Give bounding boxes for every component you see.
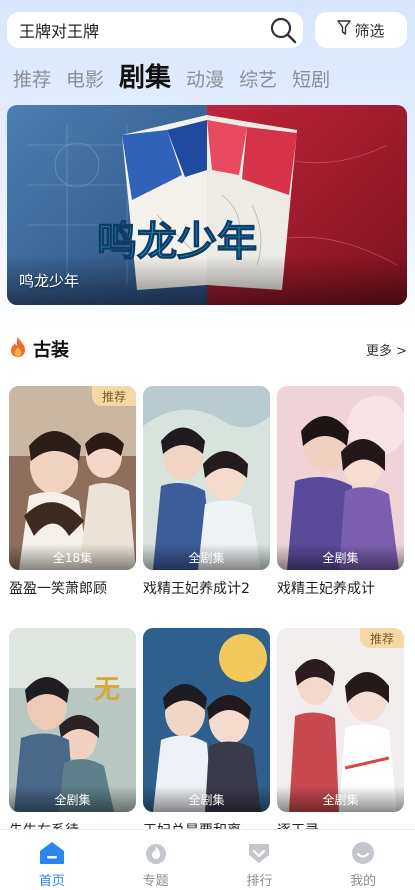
category-tabs: 推荐 电影 剧集 动漫 综艺 短剧 (13, 60, 330, 94)
poster: 无 全剧集 (9, 628, 136, 812)
banner-title: 鸣龙少年 (19, 272, 80, 290)
topic-icon (142, 840, 170, 866)
drama-card[interactable]: 全剧集 戏精王妃养成计 (277, 386, 404, 598)
poster-artwork (143, 386, 270, 570)
episode-count: 全剧集 (277, 786, 404, 812)
episode-count: 全剧集 (277, 544, 404, 570)
poster: 推荐 全18集 (9, 386, 136, 570)
section-header: 古装 更多 > (9, 336, 407, 362)
drama-title: 盈盈一笑萧郎顾 (9, 581, 107, 597)
tab-recommend[interactable]: 推荐 (13, 66, 51, 94)
tab-anime[interactable]: 动漫 (186, 66, 224, 94)
drama-card[interactable]: 无 全剧集 先生右系待 (9, 628, 136, 840)
episode-count: 全18集 (9, 544, 136, 570)
search-bar[interactable]: 王牌对王牌 (7, 12, 303, 48)
poster: 全剧集 (277, 386, 404, 570)
bottom-nav: 首页 专题 排行 我的 (0, 829, 415, 890)
nav-ranking[interactable]: 排行 (208, 830, 312, 890)
home-icon (38, 840, 66, 866)
episode-count: 全剧集 (9, 786, 136, 812)
ranking-icon (245, 840, 273, 866)
section-title: 古装 (33, 340, 69, 361)
nav-topics-label: 专题 (142, 874, 169, 889)
recommend-badge: 推荐 (360, 628, 404, 648)
search-query[interactable]: 王牌对王牌 (19, 18, 263, 42)
poster-artwork (277, 386, 404, 570)
filter-icon (337, 20, 352, 40)
poster-artwork (277, 628, 404, 812)
tab-variety[interactable]: 综艺 (239, 66, 277, 94)
featured-banner[interactable]: 鸣龙少年 鸣龙少年 (7, 105, 407, 305)
drama-title: 戏精王妃养成计 (277, 581, 375, 597)
poster: 推荐 全剧集 (277, 628, 404, 812)
episode-count: 全剧集 (143, 786, 270, 812)
nav-home-label: 首页 (38, 874, 65, 889)
tab-series[interactable]: 剧集 (119, 62, 171, 94)
filter-button[interactable]: 筛选 (315, 12, 407, 48)
drama-card[interactable]: 推荐 全剧集 逐王录 (277, 628, 404, 840)
nav-topics[interactable]: 专题 (104, 830, 208, 890)
nav-ranking-label: 排行 (246, 874, 273, 889)
poster-artwork (9, 386, 136, 570)
poster: 全剧集 (143, 386, 270, 570)
drama-card[interactable]: 推荐 全18集 盈盈一笑萧郎顾 (9, 386, 136, 598)
poster-logo: 无 (94, 675, 120, 705)
fire-icon (9, 336, 27, 362)
search-icon[interactable] (263, 12, 303, 48)
profile-icon (349, 840, 377, 866)
drama-card[interactable]: 全剧集 王妃总是要和离 (143, 628, 270, 840)
nav-profile[interactable]: 我的 (311, 830, 415, 890)
poster-artwork: 无 (9, 628, 136, 812)
nav-profile-label: 我的 (350, 874, 377, 889)
more-link[interactable]: 更多 > (366, 340, 407, 359)
drama-card[interactable]: 全剧集 戏精王妃养成计2 (143, 386, 270, 598)
poster: 全剧集 (143, 628, 270, 812)
poster-artwork (143, 628, 270, 812)
filter-label: 筛选 (354, 21, 385, 40)
tab-movies[interactable]: 电影 (66, 66, 104, 94)
recommend-badge: 推荐 (92, 386, 136, 406)
nav-home[interactable]: 首页 (0, 830, 104, 890)
episode-count: 全剧集 (143, 544, 270, 570)
tab-short-drama[interactable]: 短剧 (292, 66, 330, 94)
drama-title: 戏精王妃养成计2 (143, 581, 250, 597)
